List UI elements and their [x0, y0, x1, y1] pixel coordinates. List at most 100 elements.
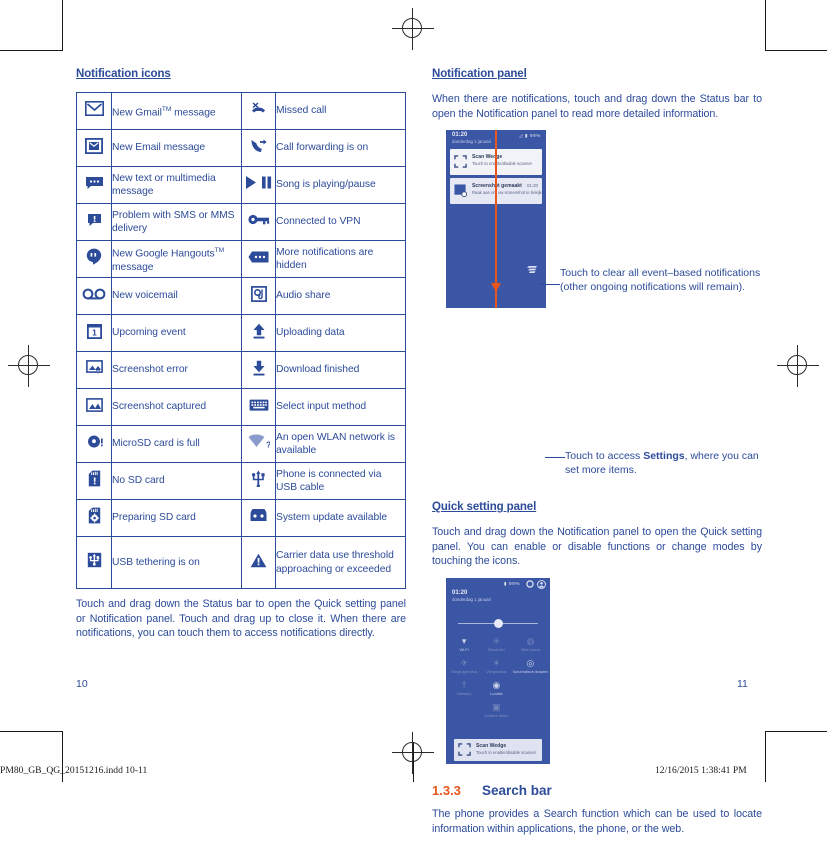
label-text-after: message: [112, 261, 154, 273]
screenshot-thumbnail-icon: [454, 184, 467, 198]
quick-tile-label: Stille stand: [520, 646, 540, 652]
table-row: New text or multimedia message Song is p…: [76, 166, 406, 204]
warning-triangle-icon: [241, 536, 276, 589]
quick-tile-wifi[interactable]: ▾ Wi-Fi: [448, 636, 480, 653]
quick-tile-label: Wi-Fi: [459, 646, 469, 652]
quick-setting-panel-callout: Touch to access Settings, where you can …: [565, 449, 765, 477]
notification-icons-heading: Notification icons: [76, 68, 171, 80]
screenshot-system-icons: ◿ ▮ 99%: [518, 133, 541, 139]
upload-arrow-icon: [241, 314, 276, 352]
keyboard-icon: [241, 388, 276, 426]
trademark-mark: TM: [161, 105, 172, 113]
cast-screen-icon: ▣: [492, 701, 501, 712]
quick-tile-label: Scherm delen: [484, 712, 509, 718]
table-row: Screenshot error Download finished: [76, 351, 406, 389]
more-notifications-icon: [241, 240, 276, 278]
notification-card-subtitle: Raak aan om uw screenshot te bekijken.: [472, 190, 542, 196]
table-row: Preparing SD card System update availabl…: [76, 499, 406, 537]
crop-mark-bot-right-v: [765, 731, 766, 782]
footer-filename: PM80_GB_QG_20151216.indd 10-11: [0, 765, 148, 776]
notification-card-time: 01:20: [527, 183, 538, 189]
table-cell-label: Screenshot captured: [111, 388, 242, 426]
registration-mark-top: [392, 8, 434, 50]
quick-tile-label: Zaklamp: [456, 690, 472, 696]
table-row: Problem with SMS or MMS delivery Connect…: [76, 203, 406, 241]
table-row: MicroSD card is full ? An open WLAN netw…: [76, 425, 406, 463]
page-number-left: 10: [76, 678, 88, 690]
gmail-envelope-icon: [76, 92, 112, 130]
quick-tile-cast[interactable]: ▣ Scherm delen: [480, 702, 512, 719]
registration-mark-left: [8, 345, 50, 387]
auto-rotate-icon: ◎: [526, 657, 535, 668]
table-cell-label: MicroSD card is full: [111, 425, 242, 463]
quick-tile-flashlight[interactable]: ϯ Zaklamp: [448, 680, 480, 697]
quick-tile-airplane[interactable]: ✈ Vliegtuigmodus: [448, 658, 480, 675]
quick-tile-silent[interactable]: ◍ Stille stand: [513, 636, 548, 653]
silent-mode-icon: ◍: [526, 635, 535, 646]
section-title: Search bar: [482, 782, 552, 798]
brightness-slider-knob[interactable]: [494, 618, 503, 628]
notification-callout-leader: [540, 284, 560, 285]
drag-down-arrow-head: [491, 283, 501, 293]
table-cell-label: Upcoming event: [111, 314, 242, 352]
screenshot-date: donderdag 1 januari: [452, 139, 492, 145]
notification-card: Scan Wedge Touch to enable/disable scann…: [454, 738, 542, 761]
table-cell-label: Screenshot error: [111, 351, 242, 389]
call-forwarding-icon: [241, 129, 276, 167]
quick-tile-autorotate[interactable]: ◎ Automatisch draaien: [513, 658, 548, 675]
section-number: 1.3.3: [432, 782, 461, 798]
quick-tile-label: Bluetooth: [488, 646, 505, 652]
open-wlan-icon: ?: [241, 425, 276, 463]
table-cell-label: New text or multimedia message: [111, 166, 242, 204]
table-cell-label: New Email message: [111, 129, 242, 167]
voicemail-icon: [76, 277, 112, 315]
table-row: New GmailTM message Missed call: [76, 92, 406, 130]
quick-setting-panel-screenshot: ▮ 99% 01:20 donderdag 1 januari ▾ Wi-Fi: [446, 577, 550, 764]
quick-tile-bluetooth[interactable]: ✳ Bluetooth: [480, 636, 512, 653]
crop-mark-top-left-v: [62, 0, 63, 51]
registration-mark-right: [777, 345, 819, 387]
notification-card-subtitle: Touch to enable/disable scanner: [472, 161, 533, 167]
table-row: Screenshot captured Select input method: [76, 388, 406, 426]
table-cell-label: System update available: [275, 499, 406, 537]
missed-call-icon: [241, 92, 276, 130]
table-row: New Email message Call forwarding is on: [76, 129, 406, 167]
table-cell-label: Uploading data: [275, 314, 406, 352]
quick-tile-label: Vliegmodus: [486, 668, 507, 674]
crop-mark-top-right-h: [765, 50, 827, 51]
quick-tile-location[interactable]: ◉ Locatie: [480, 680, 512, 697]
page-number-right: 11: [737, 678, 748, 690]
quick-setting-panel-heading: Quick setting panel: [432, 501, 537, 514]
clear-all-notifications-icon[interactable]: [527, 265, 538, 274]
notification-card-title: Scan Wedge: [476, 742, 507, 749]
brightness-slider[interactable]: [446, 614, 550, 634]
download-arrow-icon: [241, 351, 276, 389]
screenshot-clock: 01:20: [452, 589, 468, 596]
svg-text:1: 1: [92, 327, 97, 337]
table-cell-label: Phone is connected via USB cable: [275, 462, 406, 500]
table-row: No SD card Phone is connected via USB ca…: [76, 462, 406, 500]
screenshot-clock: 01:20: [452, 132, 468, 139]
notification-card-subtitle: Touch to enable/disable scanner: [476, 749, 537, 755]
drag-down-arrow-shaft: [495, 130, 497, 309]
screenshot-system-icons: ▮ 99%: [504, 580, 520, 586]
table-cell-label: Missed call: [275, 92, 406, 130]
quick-tile-flight[interactable]: ☀ Vliegmodus: [480, 658, 512, 675]
user-avatar-icon[interactable]: [537, 580, 546, 589]
sms-problem-icon: [76, 203, 112, 241]
footer-timestamp: 12/16/2015 1:38:41 PM: [655, 765, 747, 776]
table-cell-label: Call forwarding is on: [275, 129, 406, 167]
label-text: New Google Hangouts: [112, 248, 215, 260]
table-cell-label: More notifications are hidden: [275, 240, 406, 278]
quick-setting-panel-paragraph: Touch and drag down the Notification pan…: [432, 526, 762, 568]
bluetooth-icon: ✳: [492, 635, 501, 646]
crop-mark-top-right-v: [765, 0, 766, 51]
trademark-mark: TM: [214, 247, 225, 255]
screenshot-error-icon: [76, 351, 112, 389]
crop-mark-bot-right-h: [765, 731, 827, 732]
settings-gear-icon[interactable]: [526, 580, 534, 588]
usb-connected-icon: [241, 462, 276, 500]
notification-closing-paragraph: Touch and drag down the Status bar to op…: [76, 598, 406, 640]
hangouts-icon: [76, 240, 112, 278]
table-cell-label: New GmailTM message: [111, 92, 242, 130]
